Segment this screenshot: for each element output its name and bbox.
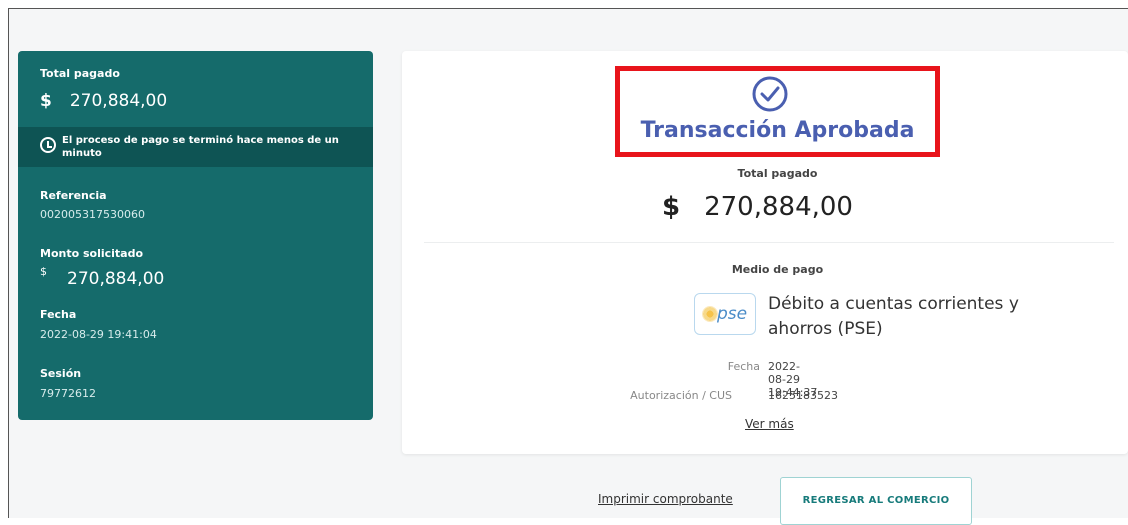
divider bbox=[424, 242, 1114, 243]
currency-symbol: $ bbox=[40, 91, 52, 111]
date-label: Fecha bbox=[40, 308, 77, 321]
payment-method-name: Débito a cuentas corrientes y ahorros (P… bbox=[768, 294, 1019, 339]
card-total-paid-amount: $270,884,00 bbox=[662, 192, 853, 222]
session-value: 79772612 bbox=[40, 387, 96, 400]
notice-text: El proceso de pago se terminó hace menos… bbox=[62, 135, 339, 159]
total-paid-amount: $270,884,00 bbox=[40, 91, 167, 111]
total-paid-value: 270,884,00 bbox=[69, 91, 168, 111]
card-total-paid-value: 270,884,00 bbox=[704, 192, 853, 222]
pse-logo-text: pse bbox=[717, 304, 748, 324]
card-total-paid-label: Total pagado bbox=[737, 167, 818, 180]
process-notice: El proceso de pago se terminó hace menos… bbox=[18, 127, 373, 167]
transaction-date-label: Fecha bbox=[727, 360, 760, 373]
clock-icon bbox=[40, 137, 56, 153]
payment-method-label: Medio de pago bbox=[731, 263, 824, 276]
see-more-link[interactable]: Ver más bbox=[745, 417, 794, 431]
authorization-value: 1625183523 bbox=[768, 389, 838, 402]
total-paid-label: Total pagado bbox=[40, 67, 120, 80]
print-receipt-link[interactable]: Imprimir comprobante bbox=[598, 492, 733, 506]
pse-logo: pse bbox=[694, 293, 756, 335]
reference-value: 002005317530060 bbox=[40, 208, 145, 221]
requested-amount-value: 270,884,00 bbox=[67, 269, 165, 289]
payment-summary-panel: Total pagado $270,884,00 El proceso de p… bbox=[18, 51, 373, 420]
requested-amount-label: Monto solicitado bbox=[40, 247, 144, 260]
session-label: Sesión bbox=[40, 367, 82, 380]
date-value: 2022-08-29 19:41:04 bbox=[40, 328, 157, 341]
pse-dots-icon bbox=[702, 306, 718, 322]
currency-symbol: $ bbox=[40, 265, 47, 278]
currency-symbol: $ bbox=[662, 192, 681, 222]
authorization-label: Autorización / CUS bbox=[630, 389, 732, 402]
highlight-box bbox=[615, 66, 940, 157]
requested-amount: $270,884,00 bbox=[40, 265, 165, 289]
reference-label: Referencia bbox=[40, 189, 107, 202]
